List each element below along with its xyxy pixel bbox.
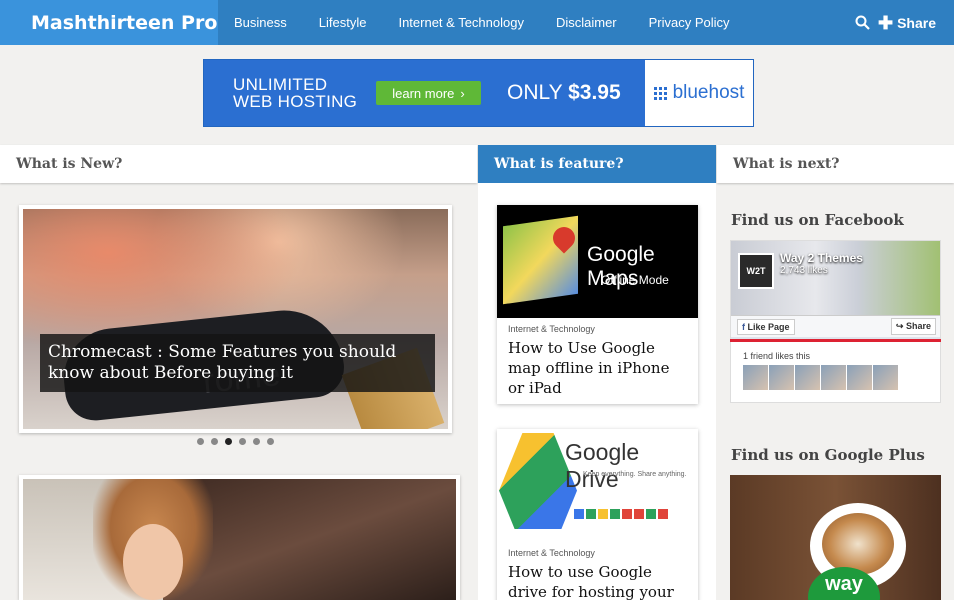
banner-title: UNLIMITED WEB HOSTING xyxy=(204,76,376,110)
fb-action-bar: f Like Page ↪ Share xyxy=(731,315,940,337)
card-category[interactable]: Internet & Technology xyxy=(497,318,698,334)
feature-card[interactable]: Google Maps Offline Mode Internet & Tech… xyxy=(497,205,698,404)
fb-divider xyxy=(730,339,941,342)
fb-page-header: W2T Way 2 Themes 2,743 likes f Like Page… xyxy=(731,241,940,341)
avatar[interactable] xyxy=(821,365,846,390)
slide-caption[interactable]: Chromecast : Some Features you should kn… xyxy=(40,334,435,392)
main-menu: Business Lifestyle Internet & Technology… xyxy=(218,0,746,45)
avatar[interactable] xyxy=(769,365,794,390)
card-category[interactable]: Internet & Technology xyxy=(497,542,698,558)
facebook-icon: f xyxy=(742,321,745,332)
bluehost-label: bluehost xyxy=(672,82,745,103)
price-value: $3.95 xyxy=(568,81,621,104)
menu-item-business[interactable]: Business xyxy=(218,15,303,30)
gdrive-image-title: Google Drive xyxy=(565,439,640,492)
gmaps-image-sub: Offline Mode xyxy=(601,273,669,287)
fb-friend-avatars xyxy=(731,365,940,390)
feature-column: Google Maps Offline Mode Internet & Tech… xyxy=(478,183,716,600)
slider-dot[interactable] xyxy=(267,438,274,445)
woman-laptop-image xyxy=(23,479,456,600)
search-icon[interactable] xyxy=(855,15,870,30)
slider-dot[interactable] xyxy=(197,438,204,445)
banner-left: UNLIMITED WEB HOSTING learn more › ONLY … xyxy=(204,60,645,126)
google-maps-image: Google Maps Offline Mode xyxy=(497,205,698,318)
share-label: Share xyxy=(897,14,936,31)
menu-item-privacy-policy[interactable]: Privacy Policy xyxy=(633,15,746,30)
top-navbar: Mashthirteen Pro Business Lifestyle Inte… xyxy=(0,0,954,45)
site-logo[interactable]: Mashthirteen Pro xyxy=(0,0,218,45)
banner-price: ONLY $3.95 xyxy=(507,81,621,105)
grid-icon xyxy=(653,86,667,100)
slider-dot-active[interactable] xyxy=(225,438,232,445)
section-header-next: What is next? xyxy=(717,145,954,183)
slider-dot[interactable] xyxy=(253,438,260,445)
menu-item-lifestyle[interactable]: Lifestyle xyxy=(303,15,383,30)
section-header-new: What is New? xyxy=(0,145,477,183)
learn-more-label: learn more xyxy=(392,85,455,101)
banner-line1: UNLIMITED xyxy=(233,75,328,94)
nav-actions: ✚ Share xyxy=(855,12,954,33)
gplus-widget-image[interactable]: way xyxy=(730,475,941,600)
secondary-post-image[interactable] xyxy=(19,475,460,600)
banner-line2: WEB HOSTING xyxy=(233,92,358,111)
fb-page-name[interactable]: Way 2 Themes xyxy=(780,251,863,265)
fb-likes-count: 2,743 likes xyxy=(780,265,828,276)
arrow-right-icon: › xyxy=(460,85,465,101)
avatar[interactable] xyxy=(795,365,820,390)
ad-banner[interactable]: UNLIMITED WEB HOSTING learn more › ONLY … xyxy=(203,59,754,127)
latte-art xyxy=(822,513,894,575)
slider-dot[interactable] xyxy=(239,438,246,445)
gdrive-app-icons xyxy=(574,509,668,519)
learn-more-button[interactable]: learn more › xyxy=(376,81,481,105)
plus-icon: ✚ xyxy=(877,12,894,33)
fb-like-label: Like Page xyxy=(747,321,790,332)
fb-share-button[interactable]: ↪ Share xyxy=(890,318,936,335)
fb-page-logo[interactable]: W2T xyxy=(738,253,774,289)
google-drive-image: Google Drive Keep everything. Share anyt… xyxy=(497,429,698,542)
menu-item-internet-technology[interactable]: Internet & Technology xyxy=(382,15,540,30)
card-title[interactable]: How to Use Google map offline in iPhone … xyxy=(497,334,698,404)
avatar[interactable] xyxy=(873,365,898,390)
card-title[interactable]: How to use Google drive for hosting your… xyxy=(497,558,698,600)
share-arrow-icon: ↪ xyxy=(895,321,904,331)
avatar[interactable] xyxy=(743,365,768,390)
price-prefix: ONLY xyxy=(507,81,563,104)
share-button[interactable]: ✚ Share xyxy=(877,12,936,33)
chromecast-image: rome Chromecast : Some Features you shou… xyxy=(23,209,448,429)
section-header-feature: What is feature? xyxy=(478,145,716,183)
menu-item-disclaimer[interactable]: Disclaimer xyxy=(540,15,633,30)
slider-pagination xyxy=(197,438,274,445)
featured-slide[interactable]: rome Chromecast : Some Features you shou… xyxy=(19,205,452,433)
avatar[interactable] xyxy=(847,365,872,390)
feature-card[interactable]: Google Drive Keep everything. Share anyt… xyxy=(497,429,698,600)
gdrive-image-sub: Keep everything. Share anything. xyxy=(583,471,687,478)
bluehost-logo: bluehost xyxy=(645,60,753,126)
fb-share-label: Share xyxy=(905,321,931,331)
fb-like-button[interactable]: f Like Page xyxy=(737,318,795,335)
slider-dot[interactable] xyxy=(211,438,218,445)
fb-friends-text: 1 friend likes this xyxy=(743,351,811,361)
gplus-widget-title: Find us on Google Plus xyxy=(731,446,925,464)
facebook-page-widget[interactable]: W2T Way 2 Themes 2,743 likes f Like Page… xyxy=(730,240,941,403)
facebook-widget-title: Find us on Facebook xyxy=(731,211,904,229)
